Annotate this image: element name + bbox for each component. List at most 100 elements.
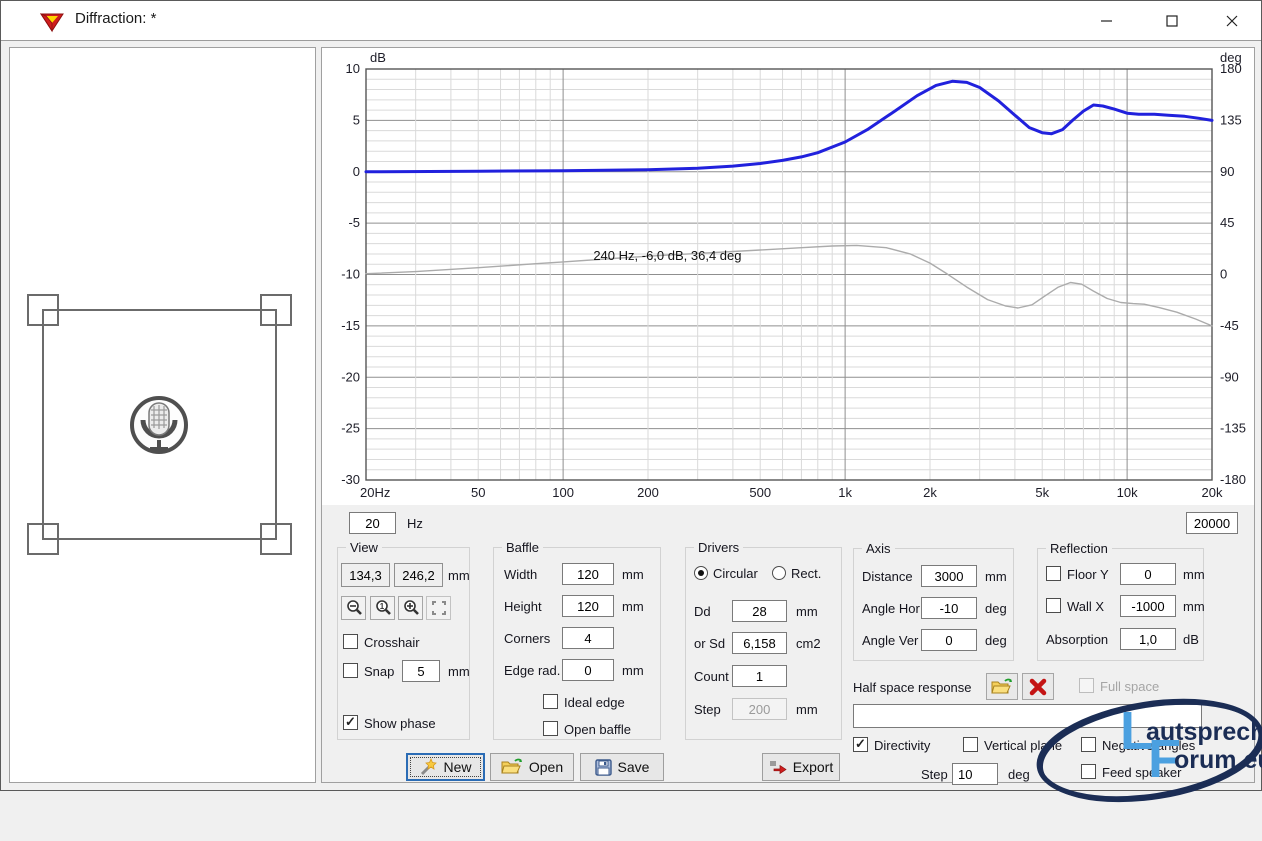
baffle-corners-label: Corners <box>504 631 550 646</box>
svg-text:100: 100 <box>552 485 574 500</box>
axis-group-label: Axis <box>862 541 895 556</box>
distance-label: Distance <box>862 569 913 584</box>
baffle-height-unit: mm <box>622 599 644 614</box>
directivity-checkbox[interactable] <box>853 737 868 752</box>
svg-text:1k: 1k <box>838 485 852 500</box>
zoom-reset-button[interactable]: 1 <box>370 596 395 620</box>
zoom-in-button[interactable] <box>398 596 423 620</box>
baffle-edge-rad-input[interactable] <box>562 659 614 681</box>
absorption-unit: dB <box>1183 632 1199 647</box>
baffle-corners-input[interactable] <box>562 627 614 649</box>
sd-input[interactable] <box>732 632 787 654</box>
floor-unit: mm <box>1183 567 1205 582</box>
baffle-group: Baffle Width mm Height mm Corners Edge r… <box>493 547 661 740</box>
angle-ver-input[interactable] <box>921 629 977 651</box>
open-folder-icon <box>991 678 1013 696</box>
circular-label: Circular <box>713 566 758 581</box>
export-arrow-icon <box>769 760 787 774</box>
diffraction-app-window: { "window": { "title": "Diffraction: *" … <box>0 0 1262 791</box>
svg-text:240 Hz, -6,0 dB, 36,4 deg: 240 Hz, -6,0 dB, 36,4 deg <box>593 248 741 263</box>
view-x-readout: 134,3 <box>341 563 390 587</box>
svg-text:5: 5 <box>353 112 360 127</box>
distance-input[interactable] <box>921 565 977 587</box>
gem-icon <box>39 11 65 33</box>
export-button[interactable]: Export <box>762 753 840 781</box>
wall-checkbox[interactable] <box>1046 598 1061 613</box>
directivity-step-label: Step <box>921 767 948 782</box>
count-input[interactable] <box>732 665 787 687</box>
response-chart[interactable]: 1050-5-10-15-20-25-3018013590450-45-90-1… <box>322 48 1254 505</box>
zoom-out-icon <box>345 599 363 617</box>
svg-text:45: 45 <box>1220 215 1234 230</box>
circular-radio[interactable] <box>694 566 708 580</box>
freq-min-input[interactable] <box>349 512 396 534</box>
absorption-input[interactable] <box>1120 628 1176 650</box>
full-space-checkbox[interactable] <box>1079 678 1094 693</box>
microphone-icon[interactable] <box>132 398 186 452</box>
svg-text:20Hz: 20Hz <box>360 485 390 500</box>
angle-ver-unit: deg <box>985 633 1007 648</box>
svg-text:-90: -90 <box>1220 369 1239 384</box>
directivity-step-input[interactable] <box>952 763 998 785</box>
drivers-group: Drivers Circular Rect. Dd mm or Sd cm2 C… <box>685 547 842 740</box>
snap-input[interactable] <box>402 660 440 682</box>
dd-input[interactable] <box>732 600 787 622</box>
floor-checkbox[interactable] <box>1046 566 1061 581</box>
minimize-button[interactable] <box>1084 1 1130 41</box>
angle-hor-input[interactable] <box>921 597 977 619</box>
dd-unit: mm <box>796 604 818 619</box>
baffle-height-input[interactable] <box>562 595 614 617</box>
dd-label: Dd <box>694 604 711 619</box>
baffle-width-input[interactable] <box>562 563 614 585</box>
reflection-group: Reflection Floor Y mm Wall X mm Absorpti… <box>1037 548 1204 661</box>
svg-text:-30: -30 <box>341 472 360 487</box>
sd-label: or Sd <box>694 636 725 651</box>
open-button[interactable]: Open <box>490 753 574 781</box>
angle-ver-label: Angle Ver <box>862 633 918 648</box>
close-button[interactable] <box>1209 1 1255 41</box>
titlebar: Diffraction: * <box>1 1 1261 41</box>
svg-text:10k: 10k <box>1117 485 1138 500</box>
zoom-1-icon: 1 <box>374 599 392 617</box>
svg-text:2k: 2k <box>923 485 937 500</box>
half-space-clear-button[interactable] <box>1022 673 1054 700</box>
driver-step-input[interactable] <box>732 698 787 720</box>
ideal-edge-checkbox[interactable] <box>543 694 558 709</box>
new-button[interactable]: New <box>406 753 485 781</box>
open-baffle-checkbox[interactable] <box>543 721 558 736</box>
angle-hor-unit: deg <box>985 601 1007 616</box>
crosshair-checkbox[interactable] <box>343 634 358 649</box>
view-y-readout: 246,2 <box>394 563 443 587</box>
snap-checkbox[interactable] <box>343 663 358 678</box>
half-space-open-button[interactable] <box>986 673 1018 700</box>
minimize-icon <box>1101 15 1113 27</box>
svg-text:-10: -10 <box>341 267 360 282</box>
fit-view-icon <box>431 600 447 616</box>
new-button-label: New <box>443 759 471 775</box>
feed-speaker-checkbox[interactable] <box>1081 764 1096 779</box>
svg-text:90: 90 <box>1220 164 1234 179</box>
svg-text:-15: -15 <box>341 318 360 333</box>
svg-text:50: 50 <box>471 485 485 500</box>
delete-x-icon <box>1029 678 1047 696</box>
freq-max-input[interactable] <box>1186 512 1238 534</box>
half-space-path-input[interactable] <box>853 704 1202 728</box>
svg-text:200: 200 <box>637 485 659 500</box>
svg-text:10: 10 <box>346 61 360 76</box>
svg-text:1: 1 <box>379 602 384 611</box>
wall-input[interactable] <box>1120 595 1176 617</box>
save-button[interactable]: Save <box>580 753 664 781</box>
zoom-out-button[interactable] <box>341 596 366 620</box>
fit-view-button[interactable] <box>426 596 451 620</box>
negative-angles-checkbox[interactable] <box>1081 737 1096 752</box>
rect-radio[interactable] <box>772 566 786 580</box>
baffle-editor-panel[interactable] <box>9 47 316 783</box>
distance-unit: mm <box>985 569 1007 584</box>
svg-text:deg: deg <box>1220 50 1242 65</box>
baffle-width-label: Width <box>504 567 537 582</box>
floor-input[interactable] <box>1120 563 1176 585</box>
baffle-drawing <box>10 48 315 782</box>
vertical-plane-checkbox[interactable] <box>963 737 978 752</box>
show-phase-checkbox[interactable] <box>343 715 358 730</box>
maximize-button[interactable] <box>1149 1 1195 41</box>
